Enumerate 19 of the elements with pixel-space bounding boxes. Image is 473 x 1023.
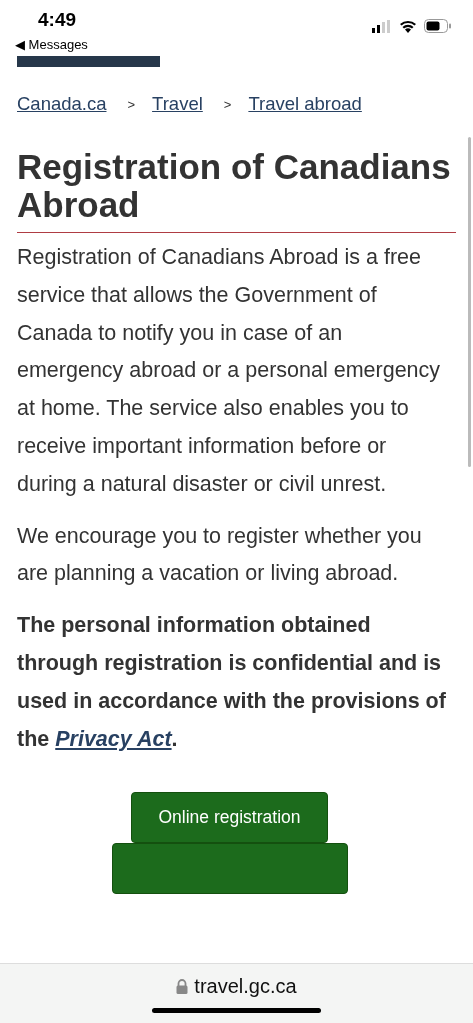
body-paragraph: Registration of Canadians Abroad is a free service that allows the Government of Canada to notify you in case of an emergency abroad or a personal emergency at home. The service also enables you to receive important information before or during a natural disaster or civil unrest.: [17, 244, 442, 498]
body-paragraph: We encourage you to register whether you are planning a vacation or living abroad.: [17, 522, 423, 588]
online-registration-button[interactable]: Online registration: [131, 792, 328, 844]
breadcrumb-separator: >: [127, 96, 136, 112]
signal-icon: [372, 20, 392, 33]
breadcrumb-link[interactable]: Travel abroad: [248, 93, 362, 115]
privacy-notice: The personal information obtained through registration is confidential and is used in accordance with the provisions of the Privacy Act.: [17, 612, 447, 753]
battery-icon: [424, 19, 452, 33]
privacy-act-link[interactable]: Privacy Act: [55, 726, 172, 751]
breadcrumb-link[interactable]: Canada.ca: [17, 93, 107, 115]
url-text[interactable]: travel.gc.ca: [194, 975, 297, 998]
lock-icon: [176, 979, 189, 994]
breadcrumb-separator: >: [223, 96, 232, 112]
registration-button[interactable]: [111, 843, 348, 895]
breadcrumb-link[interactable]: Travel: [152, 93, 203, 115]
back-link[interactable]: ◀ Messages: [15, 37, 88, 52]
status-time: 4:49: [38, 9, 77, 31]
page-heading: Registration of Canadians Abroad: [17, 148, 456, 233]
wifi-icon: [399, 19, 417, 33]
